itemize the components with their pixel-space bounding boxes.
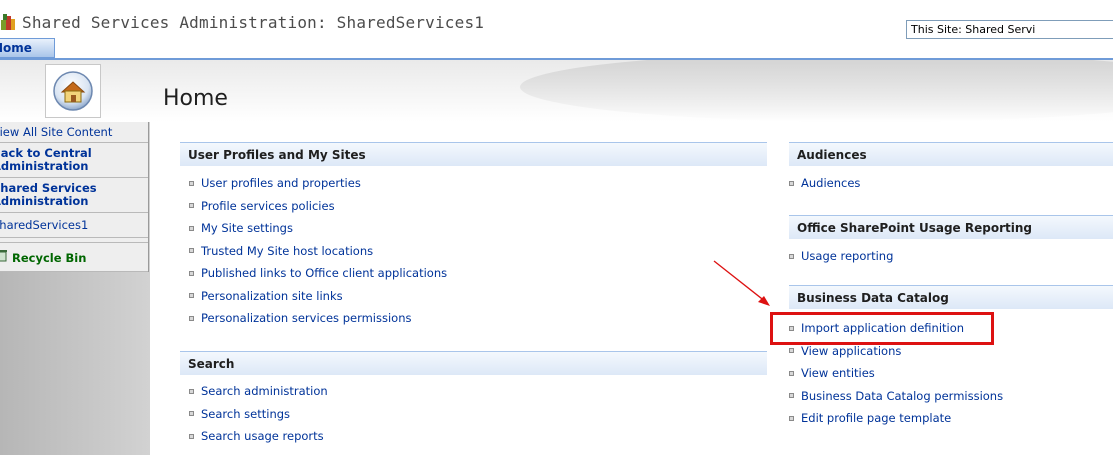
bullet-icon [189,388,194,394]
nav-sharedservices1[interactable]: SharedServices1 [0,213,148,238]
list-item[interactable]: Search settings [180,403,328,426]
bullet-icon [189,411,194,417]
bullet-icon [789,348,794,354]
link-edit-profile-page-template[interactable]: Edit profile page template [801,411,951,425]
nav-recycle-bin[interactable]: Recycle Bin [0,242,148,272]
link-published-links-to-office[interactable]: Published links to Office client applica… [201,266,447,280]
link-usage-reporting[interactable]: Usage reporting [801,249,893,263]
link-search-administration[interactable]: Search administration [201,384,328,398]
tab-home[interactable]: Home [0,38,55,58]
recycle-bin-icon [0,249,8,265]
link-profile-services-policies[interactable]: Profile services policies [201,199,335,213]
list-item[interactable]: Audiences [780,172,860,195]
section-header-usage-reporting: Office SharePoint Usage Reporting [789,215,1113,239]
page-title: Home [163,86,228,111]
link-my-site-settings[interactable]: My Site settings [201,221,293,235]
nav-view-all-site-content[interactable]: View All Site Content [0,122,148,143]
list-item[interactable]: Search usage reports [180,425,328,448]
nav-back-to-central-admin[interactable]: Back to Central Administration [0,143,148,178]
user-profiles-links: User profiles and properties Profile ser… [180,172,447,330]
bullet-icon [189,225,194,231]
bullet-icon [189,270,194,276]
nav-item-label-line2: Administration [0,194,89,208]
link-trusted-my-site-host-locations[interactable]: Trusted My Site host locations [201,244,373,258]
nav-item-label-line2: Administration [0,159,89,173]
nav-item-label: View All Site Content [0,125,113,139]
list-item[interactable]: Usage reporting [780,245,893,268]
link-personalization-site-links[interactable]: Personalization site links [201,289,343,303]
search-scope-select[interactable]: This Site: Shared Servi [906,20,1113,39]
banner-swoosh [520,60,1113,122]
audiences-links: Audiences [780,172,860,195]
usage-reporting-links: Usage reporting [780,245,893,268]
list-item[interactable]: My Site settings [180,217,447,240]
left-navigation: View All Site Content Back to Central Ad… [0,122,150,455]
list-item[interactable]: Edit profile page template [780,407,1003,430]
site-title-area: Shared Services Administration: SharedSe… [0,10,484,34]
link-view-applications[interactable]: View applications [801,344,901,358]
home-icon [53,71,93,111]
annotation-arrow [713,260,770,306]
bullet-icon [189,248,194,254]
link-search-usage-reports[interactable]: Search usage reports [201,429,324,443]
link-business-data-catalog-permissions[interactable]: Business Data Catalog permissions [801,389,1003,403]
section-header-search: Search [180,351,767,375]
section-header-user-profiles: User Profiles and My Sites [180,142,767,166]
list-item[interactable]: View entities [780,362,1003,385]
bullet-icon [789,180,794,186]
bullet-icon [789,393,794,399]
link-search-settings[interactable]: Search settings [201,407,290,421]
link-personalization-services-permissions[interactable]: Personalization services permissions [201,311,411,325]
list-item[interactable]: Search administration [180,380,328,403]
bullet-icon [189,315,194,321]
bullet-icon [789,370,794,376]
nav-item-label: Recycle Bin [12,251,87,265]
list-item[interactable]: Business Data Catalog permissions [780,385,1003,408]
bullet-icon [189,203,194,209]
link-audiences[interactable]: Audiences [801,176,860,190]
search-links: Search administration Search settings Se… [180,380,328,448]
bullet-icon [789,415,794,421]
list-item[interactable]: Trusted My Site host locations [180,240,447,263]
link-view-entities[interactable]: View entities [801,366,875,380]
section-header-business-data-catalog: Business Data Catalog [789,285,1113,309]
section-header-audiences: Audiences [789,142,1113,166]
list-item[interactable]: User profiles and properties [180,172,447,195]
nav-shared-services-admin[interactable]: Shared Services Administration [0,178,148,213]
link-user-profiles-and-properties[interactable]: User profiles and properties [201,176,361,190]
bullet-icon [189,293,194,299]
list-item[interactable]: Published links to Office client applica… [180,262,447,285]
top-bar: Shared Services Administration: SharedSe… [0,0,1113,58]
list-item[interactable]: Personalization services permissions [180,307,447,330]
quick-launch-panel: View All Site Content Back to Central Ad… [0,122,149,272]
sharepoint-logo-icon [0,13,16,31]
home-icon-tile [45,64,101,118]
annotation-highlight-box [770,312,994,345]
bullet-icon [789,253,794,259]
list-item[interactable]: Personalization site links [180,285,447,308]
list-item[interactable]: Profile services policies [180,195,447,218]
bullet-icon [189,433,194,439]
nav-item-label: SharedServices1 [0,218,89,232]
site-title-link[interactable]: Shared Services Administration: SharedSe… [22,13,484,32]
bullet-icon [189,180,194,186]
